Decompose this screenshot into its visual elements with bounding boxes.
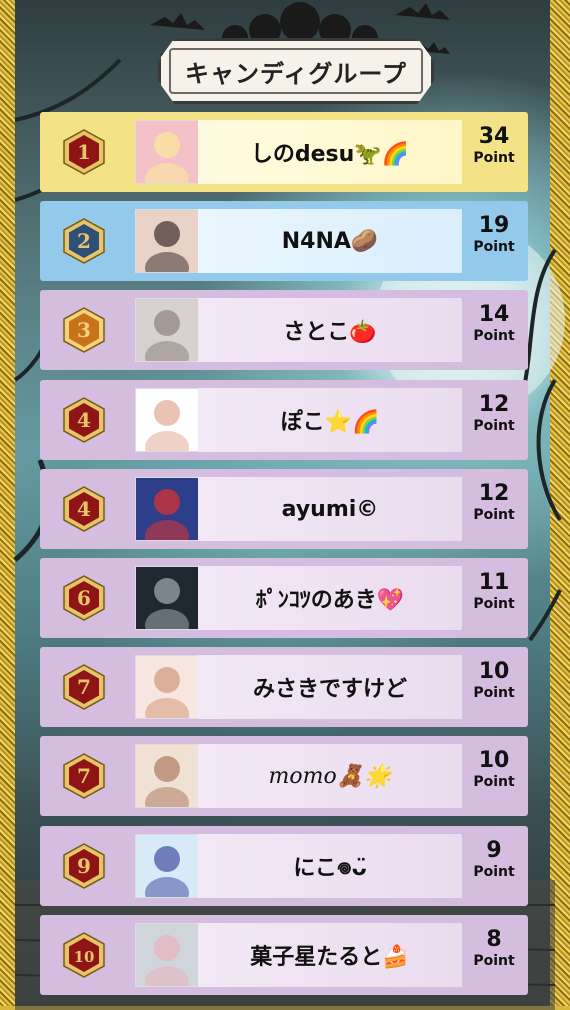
member-score: 8 Point [468, 927, 520, 969]
member-score: 34 Point [468, 124, 520, 166]
member-score: 14 Point [468, 302, 520, 344]
rank-number: 1 [77, 140, 91, 164]
member-name: N4NA🥔 [198, 209, 462, 273]
score-value: 12 [478, 481, 510, 506]
rank-badge-icon: 10 [63, 932, 105, 978]
rank-badge-icon: 4 [63, 397, 105, 443]
avatar-photo-placeholder [136, 210, 198, 272]
rank-badge-icon: 2 [63, 218, 105, 264]
score-value: 12 [478, 392, 510, 417]
member-score: 10 Point [468, 748, 520, 790]
ranking-row[interactable]: 4 ayumi© 12 Point [40, 469, 528, 549]
score-unit: Point [473, 150, 515, 166]
score-value: 19 [478, 213, 510, 238]
ranking-row[interactable]: 4 ぽこ⭐🌈 12 Point [40, 380, 528, 460]
member-avatar[interactable] [135, 834, 199, 898]
ranking-row[interactable]: 9 にこ𖦹ᴗ̈ 9 Point [40, 826, 528, 906]
score-value: 14 [478, 302, 510, 327]
score-unit: Point [473, 418, 515, 434]
rank-number: 2 [77, 229, 91, 253]
score-value: 34 [478, 124, 510, 149]
ranking-row[interactable]: 10 菓子星たると🍰 8 Point [40, 915, 528, 995]
member-avatar[interactable] [135, 388, 199, 452]
rank-badge-icon: 9 [63, 843, 105, 889]
rank-number: 7 [77, 764, 91, 788]
avatar-photo-placeholder [136, 121, 198, 183]
avatar-photo-placeholder [136, 835, 198, 897]
rank-badge-icon: 1 [63, 129, 105, 175]
avatar-photo-placeholder [136, 656, 198, 718]
member-score: 9 Point [468, 838, 520, 880]
rank-badge-icon: 3 [63, 307, 105, 353]
score-value: 10 [478, 748, 510, 773]
member-score: 11 Point [468, 570, 520, 612]
rank-number: 10 [74, 948, 95, 966]
member-name: ayumi© [198, 477, 462, 541]
avatar-photo-placeholder [136, 745, 198, 807]
rank-badge-icon: 7 [63, 664, 105, 710]
ranking-row[interactable]: 2 N4NA🥔 19 Point [40, 201, 528, 281]
avatar-photo-placeholder [136, 567, 198, 629]
member-name: ぽこ⭐🌈 [198, 388, 462, 452]
rank-number: 7 [77, 675, 91, 699]
group-title-plate: キャンディグループ [158, 38, 434, 104]
rank-badge-icon: 6 [63, 575, 105, 621]
rank-number: 4 [77, 408, 91, 432]
ranking-row[interactable]: 6 ﾎﾟﾝｺﾂのあき💖 11 Point [40, 558, 528, 638]
member-avatar[interactable] [135, 744, 199, 808]
ranking-row[interactable]: 7 momo🧸🌟 10 Point [40, 736, 528, 816]
score-unit: Point [473, 864, 515, 880]
rank-number: 4 [77, 497, 91, 521]
score-unit: Point [473, 774, 515, 790]
member-name: momo🧸🌟 [198, 744, 462, 808]
score-value: 9 [486, 838, 502, 863]
score-value: 8 [486, 927, 502, 952]
member-name: さとこ🍅 [198, 298, 462, 362]
avatar-photo-placeholder [136, 478, 198, 540]
member-avatar[interactable] [135, 120, 199, 184]
member-avatar[interactable] [135, 209, 199, 273]
rank-number: 6 [77, 586, 91, 610]
member-score: 10 Point [468, 659, 520, 701]
avatar-photo-placeholder [136, 389, 198, 451]
avatar-photo-placeholder [136, 299, 198, 361]
rank-badge-icon: 4 [63, 486, 105, 532]
member-avatar[interactable] [135, 655, 199, 719]
rank-number: 9 [77, 854, 91, 878]
ranking-row[interactable]: 1 しのdesu🦖🌈 34 Point [40, 112, 528, 192]
score-unit: Point [473, 239, 515, 255]
score-unit: Point [473, 328, 515, 344]
member-score: 12 Point [468, 392, 520, 434]
member-avatar[interactable] [135, 923, 199, 987]
score-unit: Point [473, 953, 515, 969]
member-name: しのdesu🦖🌈 [198, 120, 462, 184]
member-name: にこ𖦹ᴗ̈ [198, 834, 462, 898]
rank-badge-icon: 7 [63, 753, 105, 799]
member-name: 菓子星たると🍰 [198, 923, 462, 987]
member-score: 19 Point [468, 213, 520, 255]
score-value: 10 [478, 659, 510, 684]
member-name: ﾎﾟﾝｺﾂのあき💖 [198, 566, 462, 630]
score-unit: Point [473, 685, 515, 701]
ranking-row[interactable]: 3 さとこ🍅 14 Point [40, 290, 528, 370]
score-unit: Point [473, 507, 515, 523]
ranking-row[interactable]: 7 みさきですけど 10 Point [40, 647, 528, 727]
member-avatar[interactable] [135, 566, 199, 630]
member-avatar[interactable] [135, 298, 199, 362]
member-avatar[interactable] [135, 477, 199, 541]
member-name: みさきですけど [198, 655, 462, 719]
score-unit: Point [473, 596, 515, 612]
group-title: キャンディグループ [185, 59, 407, 88]
member-score: 12 Point [468, 481, 520, 523]
score-value: 11 [478, 570, 510, 595]
avatar-photo-placeholder [136, 924, 198, 986]
rank-number: 3 [77, 318, 91, 342]
